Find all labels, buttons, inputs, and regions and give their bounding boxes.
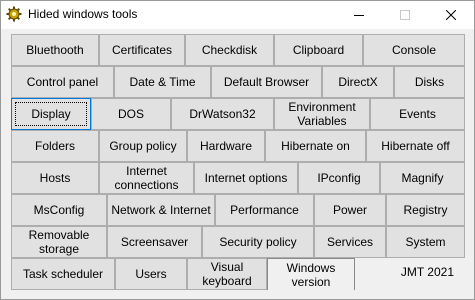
windows-version-button[interactable]: Windows version	[267, 258, 355, 290]
checkdisk-button[interactable]: Checkdisk	[185, 34, 274, 66]
control-panel-button[interactable]: Control panel	[11, 66, 114, 98]
minimize-button[interactable]	[336, 1, 382, 29]
title-bar[interactable]: Hided windows tools	[1, 1, 474, 29]
maximize-icon	[400, 10, 410, 20]
hibernate-on-button[interactable]: Hibernate on	[265, 130, 366, 162]
app-window: Hided windows tools Bluethooth Certifica…	[0, 0, 475, 300]
close-icon	[446, 10, 456, 20]
removable-storage-button[interactable]: Removable storage	[11, 226, 107, 258]
msconfig-button[interactable]: MsConfig	[11, 194, 107, 226]
hibernate-off-button[interactable]: Hibernate off	[366, 130, 465, 162]
folders-button[interactable]: Folders	[11, 130, 99, 162]
focus-ring	[15, 102, 87, 126]
hardware-button[interactable]: Hardware	[187, 130, 265, 162]
network-internet-button[interactable]: Network & Internet	[107, 194, 215, 226]
screensaver-button[interactable]: Screensaver	[107, 226, 202, 258]
clipboard-button[interactable]: Clipboard	[274, 34, 363, 66]
services-button[interactable]: Services	[314, 226, 386, 258]
console-button[interactable]: Console	[363, 34, 465, 66]
display-button[interactable]: Display	[11, 98, 91, 130]
power-button[interactable]: Power	[314, 194, 386, 226]
system-button[interactable]: System	[386, 226, 465, 258]
directx-button[interactable]: DirectX	[322, 66, 394, 98]
performance-button[interactable]: Performance	[215, 194, 314, 226]
author-credit: JMT 2021	[400, 265, 454, 279]
ipconfig-button[interactable]: IPconfig	[298, 162, 380, 194]
drwatson32-button[interactable]: DrWatson32	[171, 98, 274, 130]
certificates-button[interactable]: Certificates	[99, 34, 185, 66]
maximize-button[interactable]	[382, 1, 428, 29]
default-browser-button[interactable]: Default Browser	[211, 66, 322, 98]
close-button[interactable]	[428, 1, 474, 29]
bluethooth-button[interactable]: Bluethooth	[11, 34, 99, 66]
registry-button[interactable]: Registry	[386, 194, 465, 226]
gear-app-icon	[6, 6, 22, 22]
tools-button-grid: Bluethooth Certificates Checkdisk Clipbo…	[11, 34, 465, 290]
events-button[interactable]: Events	[370, 98, 465, 130]
dos-button[interactable]: DOS	[91, 98, 171, 130]
security-policy-button[interactable]: Security policy	[202, 226, 314, 258]
task-scheduler-button[interactable]: Task scheduler	[11, 258, 115, 290]
environment-variables-button[interactable]: Environment Variables	[274, 98, 370, 130]
hosts-button[interactable]: Hosts	[11, 162, 99, 194]
visual-keyboard-button[interactable]: Visual keyboard	[187, 258, 267, 290]
users-button[interactable]: Users	[115, 258, 187, 290]
disks-button[interactable]: Disks	[394, 66, 465, 98]
group-policy-button[interactable]: Group policy	[99, 130, 187, 162]
internet-connections-button[interactable]: Internet connections	[99, 162, 194, 194]
magnify-button[interactable]: Magnify	[380, 162, 465, 194]
internet-options-button[interactable]: Internet options	[194, 162, 298, 194]
minimize-icon	[354, 10, 364, 20]
date-time-button[interactable]: Date & Time	[114, 66, 211, 98]
window-title: Hided windows tools	[28, 7, 138, 21]
